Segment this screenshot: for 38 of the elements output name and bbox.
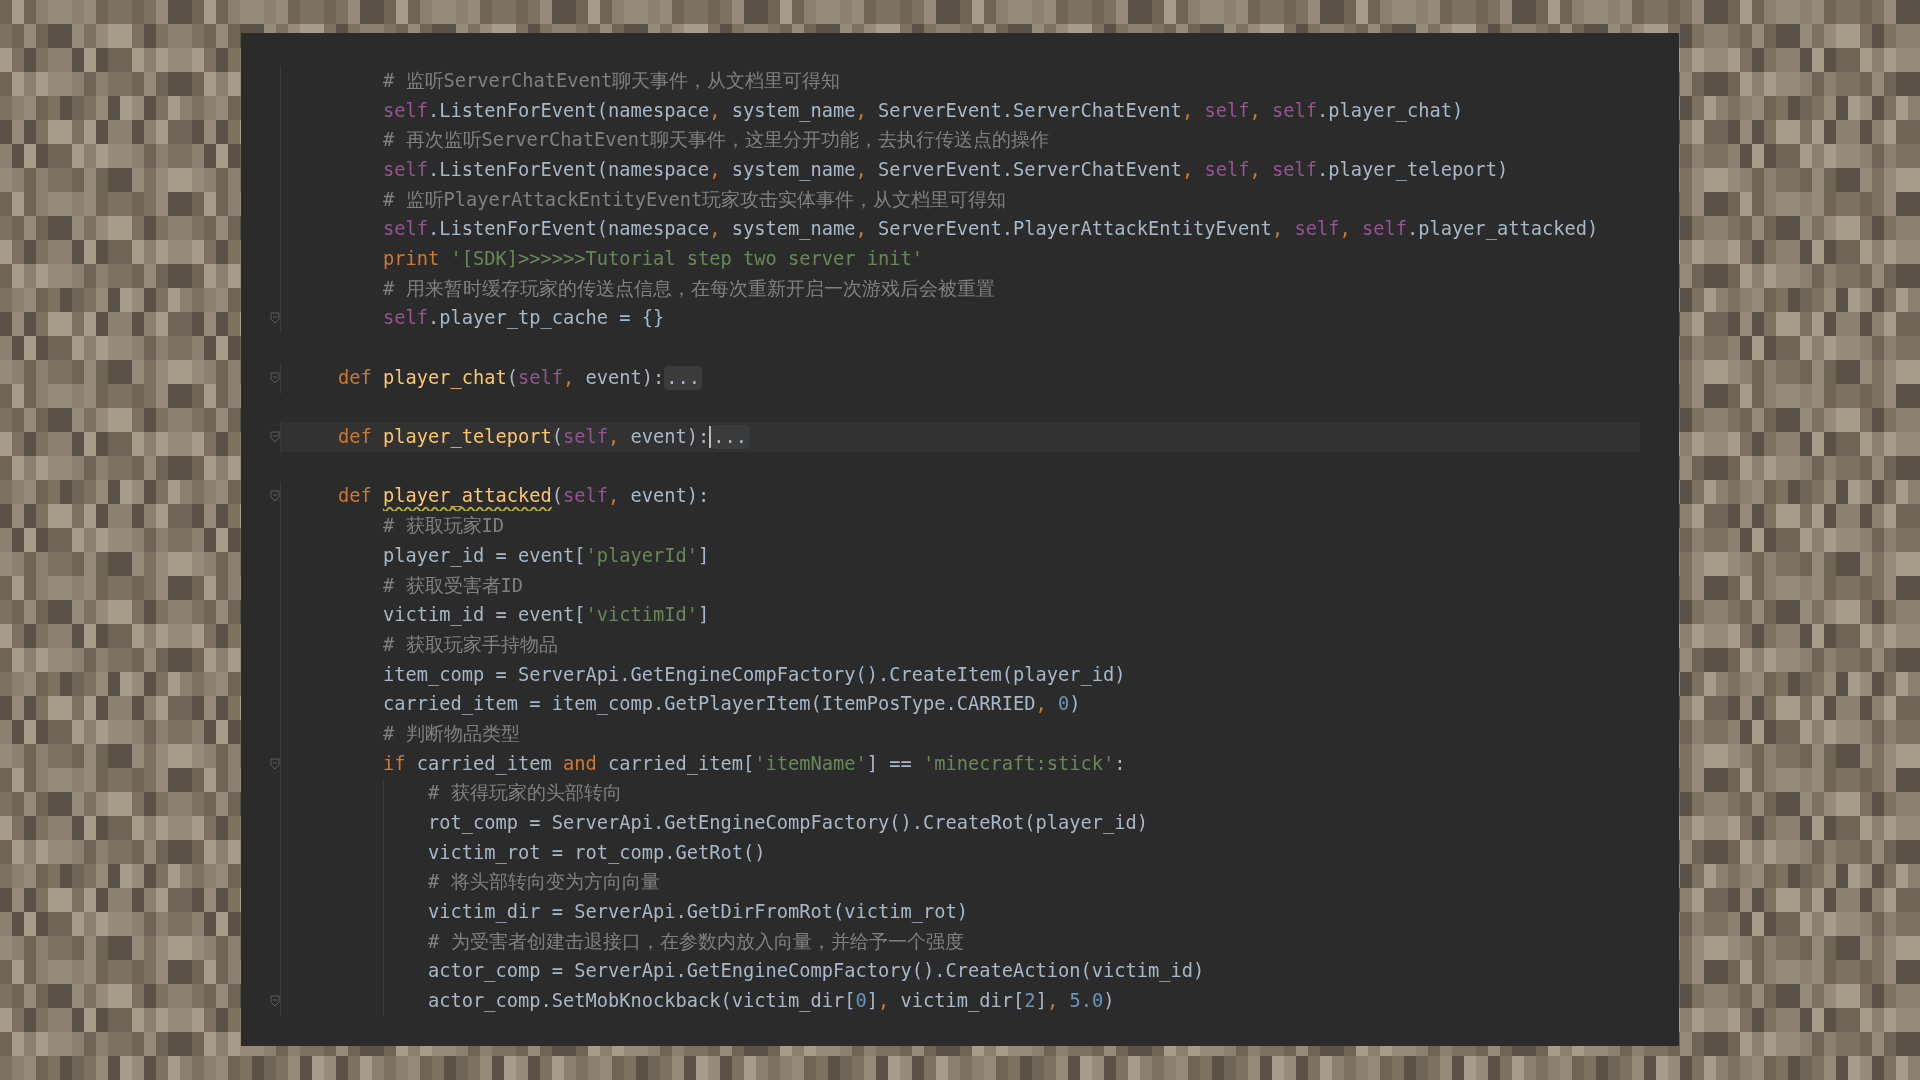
code-line: def player_teleport(self, event):	[338, 425, 710, 450]
fold-marker-icon[interactable]	[270, 371, 280, 384]
code-line: # 获得玩家的头部转向	[428, 781, 622, 806]
code-line: # 判断物品类型	[383, 721, 520, 746]
code-line: if carried_item and carried_item['itemName'] == 'minecraft:stick':	[383, 751, 1126, 777]
code-line: self.ListenForEvent(namespace, system_name, ServerEvent.PlayerAttackEntityEvent, self, self.player_attacked)	[383, 217, 1599, 242]
code-line: carried_item = item_comp.GetPlayerItem(ItemPosType.CARRIED, 0)	[383, 692, 1081, 717]
code-line: # 监听ServerChatEvent聊天事件，从文档里可得知	[383, 68, 841, 93]
code-line: self.ListenForEvent(namespace, system_name, ServerEvent.ServerChatEvent, self, self.player_chat)	[383, 98, 1464, 124]
code-line: # 再次监听ServerChatEvent聊天事件，这里分开功能，去执行传送点的操作	[383, 128, 1050, 153]
code-line: # 获取玩家ID	[383, 514, 504, 539]
code-line: def player_chat(self, event):	[338, 365, 665, 391]
code-line: item_comp = ServerApi.GetEngineCompFactory().CreateItem(player_id)	[383, 662, 1126, 688]
code-line: actor_comp.SetMobKnockback(victim_dir[0], victim_dir[2], 5.0)	[428, 989, 1115, 1014]
fold-marker-icon[interactable]	[270, 757, 280, 770]
code-line: def player_attacked(self, event):	[338, 484, 710, 509]
folded-code-button[interactable]: ...	[711, 425, 750, 450]
fold-marker-icon[interactable]	[270, 490, 280, 503]
fold-marker-icon[interactable]	[270, 995, 280, 1008]
code-line: # 获取玩家手持物品	[383, 632, 558, 657]
code-line: self.ListenForEvent(namespace, system_name, ServerEvent.ServerChatEvent, self, self.player_teleport)	[383, 157, 1509, 183]
text-cursor	[709, 426, 712, 449]
folded-code-button[interactable]: ...	[664, 365, 703, 390]
code-line: # 获取受害者ID	[383, 573, 523, 598]
code-line: actor_comp = ServerApi.GetEngineCompFactory().CreateAction(victim_id)	[428, 959, 1205, 984]
code-line: # 为受害者创建击退接口，在参数内放入向量，并给予一个强度	[428, 929, 964, 954]
code-line: # 用来暂时缓存玩家的传送点信息，在每次重新开启一次游戏后会被重置	[383, 276, 995, 301]
code-line: victim_rot = rot_comp.GetRot()	[428, 840, 766, 866]
code-line: victim_id = event['victimId']	[383, 603, 710, 628]
code-line: # 监听PlayerAttackEntityEvent玩家攻击实体事件，从文档里可得知	[383, 187, 1007, 212]
code-line: victim_dir = ServerApi.GetDirFromRot(victim_rot)	[428, 900, 969, 925]
code-line: # 将头部转向变为方向向量	[428, 870, 660, 895]
fold-marker-icon[interactable]	[270, 312, 280, 325]
code-line: print '[SDK]>>>>>>Tutorial step two server init'	[383, 246, 924, 271]
fold-marker-icon[interactable]	[270, 431, 280, 444]
code-line: player_id = event['playerId']	[383, 543, 710, 569]
code-line: rot_comp = ServerApi.GetEngineCompFactory().CreateRot(player_id)	[428, 811, 1149, 836]
code-line: self.player_tp_cache = {}	[383, 306, 665, 331]
